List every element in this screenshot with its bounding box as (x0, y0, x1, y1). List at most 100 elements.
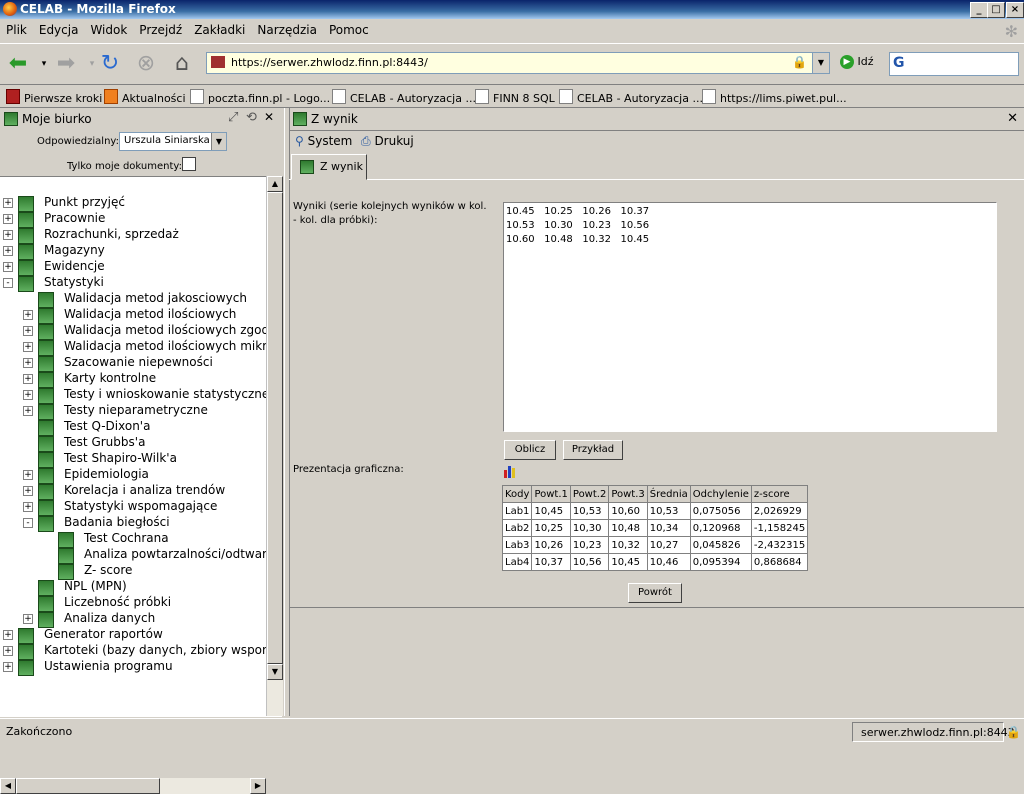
scroll-left-icon[interactable]: ◀ (0, 778, 16, 794)
expand-icon[interactable]: + (23, 342, 33, 352)
tree-node-icon (38, 436, 54, 452)
column-header: Kody (501, 485, 533, 503)
wyniki-line: 10.45 10.25 10.26 10.37 (506, 206, 650, 217)
expand-icon[interactable]: + (23, 390, 33, 400)
chevron-down-icon[interactable]: ▼ (211, 133, 226, 150)
status-text: Zakończono (6, 725, 73, 738)
expand-icon[interactable]: + (23, 406, 33, 416)
collapse-icon[interactable]: ⤢ (228, 110, 238, 125)
table-cell: 10,30 (569, 519, 610, 537)
bookmark-celab-1[interactable]: CELAB - Autoryzacja ... (332, 89, 476, 105)
powrot-button[interactable]: Powrót (628, 583, 682, 603)
expand-icon[interactable]: + (23, 374, 33, 384)
oblicz-button[interactable]: Oblicz (504, 440, 556, 460)
expand-icon[interactable]: + (23, 326, 33, 336)
expand-icon[interactable]: + (3, 198, 13, 208)
table-cell: 0,120968 (689, 519, 752, 537)
forward-arrow-icon[interactable]: ➡ (52, 50, 80, 78)
table-header-row: Kody Powt.1 Powt.2 Powt.3 Średnia Odchylenie z… (501, 485, 809, 503)
bookmark-celab-2[interactable]: CELAB - Autoryzacja ... (559, 89, 703, 105)
expand-icon[interactable]: + (23, 310, 33, 320)
expand-icon[interactable]: + (3, 662, 13, 672)
bookmark-finn8sql[interactable]: FINN 8 SQL (475, 89, 555, 105)
table-cell: 0,095394 (689, 553, 752, 571)
table-cell: 10,45 (608, 553, 648, 571)
results-table: Kody Powt.1 Powt.2 Powt.3 Średnia Odchylenie z… (501, 485, 809, 571)
tab-label: Z wynik (320, 160, 363, 173)
table-cell: Lab1 (501, 502, 533, 520)
collapse-icon[interactable]: - (23, 518, 33, 528)
refresh-icon[interactable]: ⟲ (246, 110, 257, 125)
bookmark-poczta[interactable]: poczta.finn.pl - Logo... (190, 89, 330, 105)
navigation-tree: + Punkt przyjęć + Pracownie + Rozrachunki, sp… (0, 176, 282, 717)
bookmark-lims[interactable]: https://lims.piwet.pul... (702, 89, 847, 105)
tree-node-icon (18, 628, 34, 644)
printer-icon: ⎙ (361, 134, 371, 148)
scroll-thumb[interactable] (267, 192, 283, 664)
scroll-up-icon[interactable]: ▲ (267, 176, 283, 192)
search-input[interactable]: G (889, 52, 1019, 76)
go-button[interactable]: ▶ Idź (840, 55, 874, 69)
drukuj-button[interactable]: ⎙ Drukuj (361, 134, 414, 149)
reload-icon[interactable]: ↻ (96, 50, 124, 78)
wyniki-line: 10.60 10.48 10.32 10.45 (506, 234, 650, 245)
scroll-down-icon[interactable]: ▼ (267, 664, 283, 680)
menu-plik[interactable]: Plik (0, 20, 33, 40)
expand-icon[interactable]: + (3, 630, 13, 640)
expand-icon[interactable]: + (3, 230, 13, 240)
menu-narzedzia[interactable]: Narzędzia (251, 20, 323, 40)
table-row: Lab2 10,25 10,30 10,48 10,34 0,120968 -1,15824… (501, 519, 809, 537)
bar-chart-icon[interactable] (503, 464, 517, 478)
tree-node-icon (38, 324, 54, 340)
wyniki-textarea[interactable]: 10.45 10.25 10.26 10.37 10.53 10.30 10.2… (503, 202, 997, 432)
odpowiedzialny-select[interactable]: Urszula Siniarska ▼ (119, 132, 227, 151)
tree-node-icon (38, 612, 54, 628)
expand-icon[interactable]: + (3, 246, 13, 256)
throbber-icon: ✻ (1004, 22, 1018, 41)
tab-z-wynik[interactable]: Z wynik (291, 154, 367, 180)
expand-icon[interactable]: + (23, 358, 33, 368)
tree-vertical-scrollbar[interactable]: ▲ ▼ (266, 176, 283, 716)
address-dropdown-icon[interactable]: ▼ (812, 53, 829, 73)
system-button[interactable]: ⚲ System (295, 134, 352, 148)
table-cell: 2,026929 (750, 502, 809, 520)
window-title-bar: CELAB - Mozilla Firefox _ □ × (0, 0, 1024, 19)
tree-horizontal-scrollbar[interactable]: ◀ ▶ (0, 778, 266, 794)
tree-item-label: Szacowanie niepewności (64, 355, 213, 369)
tree-node-icon (58, 548, 74, 564)
home-icon[interactable]: ⌂ (168, 50, 196, 78)
collapse-icon[interactable]: - (3, 278, 13, 288)
expand-icon[interactable]: + (3, 214, 13, 224)
menu-widok[interactable]: Widok (84, 20, 133, 40)
menu-przejdz[interactable]: Przejdź (133, 20, 188, 40)
tylko-moje-checkbox[interactable] (182, 157, 196, 171)
minimize-button[interactable]: _ (970, 2, 988, 18)
stop-icon[interactable]: ⊗ (132, 50, 160, 78)
maximize-button[interactable]: □ (987, 2, 1005, 18)
tree-item-label: Pracownie (44, 211, 106, 225)
tree-node-icon (18, 244, 34, 260)
expand-icon[interactable]: + (3, 262, 13, 272)
expand-icon[interactable]: + (23, 470, 33, 480)
close-document-icon[interactable]: ✕ (1007, 111, 1018, 126)
scroll-right-icon[interactable]: ▶ (250, 778, 266, 794)
close-panel-icon[interactable]: ✕ (264, 110, 274, 124)
menu-edycja[interactable]: Edycja (33, 20, 85, 40)
menu-pomoc[interactable]: Pomoc (323, 20, 375, 40)
expand-icon[interactable]: + (23, 614, 33, 624)
right-panel-header: Z wynik ✕ (289, 108, 1024, 131)
menu-zakladki[interactable]: Zakładki (188, 20, 251, 40)
tree-node-icon (38, 388, 54, 404)
page-icon (559, 89, 573, 104)
expand-icon[interactable]: + (23, 502, 33, 512)
address-bar[interactable]: https://serwer.zhwlodz.finn.pl:8443/ 🔒 ▼ (206, 52, 830, 74)
bookmark-aktualnosci[interactable]: Aktualności (104, 89, 186, 105)
back-arrow-icon[interactable]: ⬅ (4, 50, 32, 78)
tree-node-icon (38, 468, 54, 484)
przyklad-button[interactable]: Przykład (563, 440, 623, 460)
expand-icon[interactable]: + (23, 486, 33, 496)
close-window-button[interactable]: × (1006, 2, 1024, 18)
expand-icon[interactable]: + (3, 646, 13, 656)
bookmark-pierwsze-kroki[interactable]: Pierwsze kroki (6, 89, 102, 105)
hscroll-thumb[interactable] (16, 778, 160, 794)
